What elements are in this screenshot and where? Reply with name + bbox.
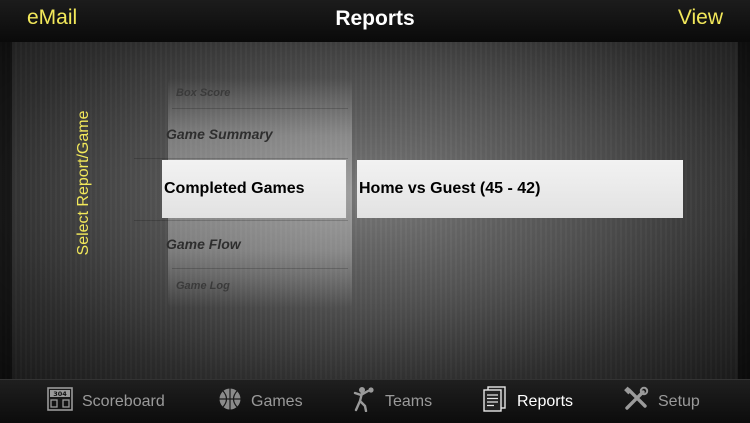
tab-setup[interactable]: Setup [623,380,700,423]
right-edge-shade [738,42,750,379]
picker-row-game-log[interactable]: Game Log [172,272,348,300]
tab-label: Reports [517,392,574,410]
basketball-icon [218,387,242,416]
tab-teams[interactable]: Teams [352,380,432,423]
tab-label: Teams [385,392,433,410]
top-bar: eMail Reports View [0,0,750,42]
picker-row-box-score[interactable]: Box Score [172,80,348,106]
tab-label: Games [251,392,303,410]
tab-reports[interactable]: Reports [482,380,573,423]
scoreboard-icon: 304 [47,386,73,417]
player-icon [352,386,376,417]
svg-text:304: 304 [53,390,67,398]
tab-games[interactable]: Games [218,380,303,423]
select-report-game-label: Select Report/Game [75,110,92,256]
left-edge-shade [0,42,12,379]
tab-label: Scoreboard [82,392,165,410]
tab-label: Setup [658,392,700,410]
picker-row-game-summary[interactable]: Game Summary [162,114,348,154]
picker-row-game-flow[interactable]: Game Flow [162,224,348,264]
page-title: Reports [335,7,415,30]
view-button[interactable]: View [678,6,723,30]
selected-report[interactable]: Completed Games [162,160,346,218]
tab-bar: 304 Scoreboard Games Teams Reports Setup [0,379,750,423]
selected-game[interactable]: Home vs Guest (45 - 42) [357,160,683,218]
picker-separator [134,220,348,221]
tools-icon [623,386,649,417]
tab-scoreboard[interactable]: 304 Scoreboard [47,380,165,423]
picker-separator [134,158,348,159]
picker-separator [172,108,348,109]
reports-icon [482,386,508,417]
picker-separator [172,268,348,269]
